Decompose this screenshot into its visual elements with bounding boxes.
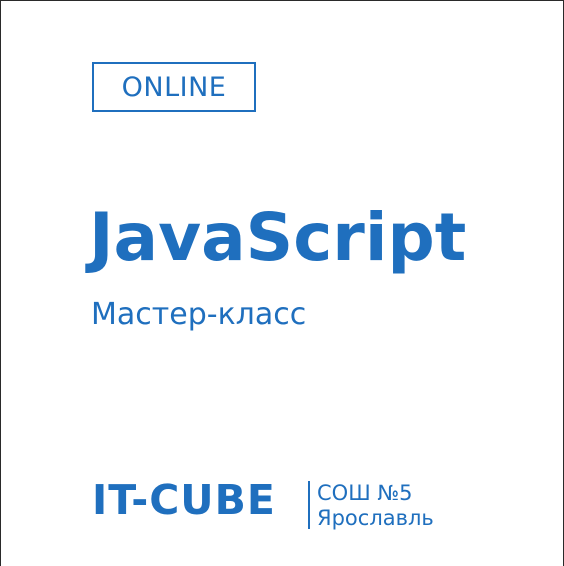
it-cube-logo: IT-CUBE (92, 476, 276, 524)
logo-divider (308, 481, 310, 529)
school-city: Ярославль (317, 506, 434, 530)
poster-card: ONLINE JavaScript Мастер-класс IT-CUBE С… (0, 0, 564, 566)
school-info: СОШ №5 Ярославль (317, 481, 434, 531)
online-badge-label: ONLINE (121, 71, 227, 103)
school-name: СОШ №5 (317, 481, 413, 505)
page-subtitle: Мастер-класс (91, 297, 307, 332)
online-badge: ONLINE (92, 62, 256, 112)
page-title: JavaScript (89, 199, 467, 276)
